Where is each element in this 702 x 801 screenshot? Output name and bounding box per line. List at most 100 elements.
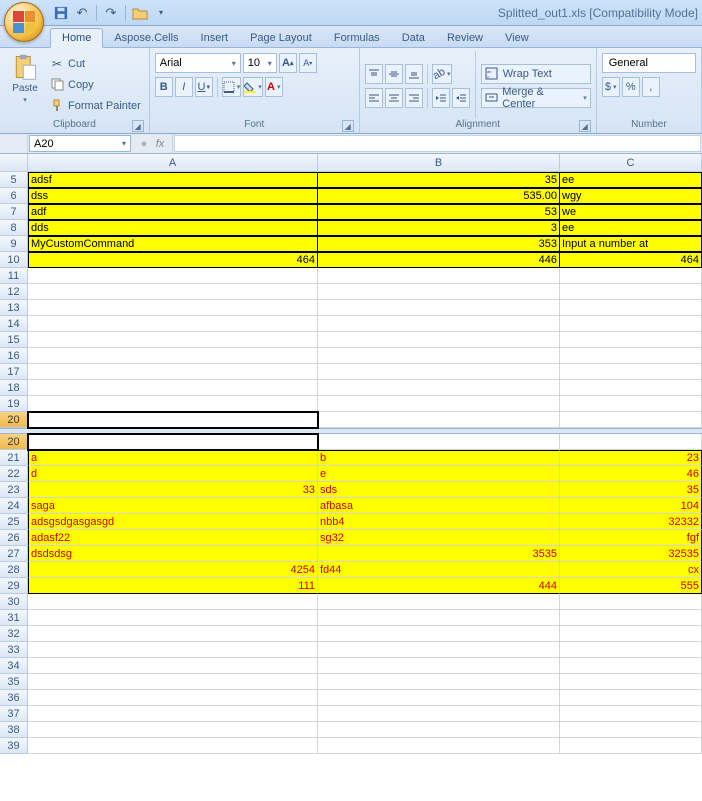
cell[interactable] — [28, 626, 318, 642]
cell[interactable]: 35 — [560, 482, 702, 498]
tab-home[interactable]: Home — [50, 28, 103, 48]
cell[interactable]: 53 — [318, 204, 560, 220]
align-top-button[interactable] — [365, 64, 383, 84]
cell[interactable] — [560, 300, 702, 316]
cell[interactable]: fgf — [560, 530, 702, 546]
cell[interactable]: MyCustomCommand — [28, 236, 318, 252]
row-header[interactable]: 19 — [0, 396, 28, 412]
cell[interactable] — [560, 626, 702, 642]
cell[interactable] — [560, 380, 702, 396]
align-right-button[interactable] — [405, 88, 423, 108]
row-header[interactable]: 18 — [0, 380, 28, 396]
tab-aspose-cells[interactable]: Aspose.Cells — [103, 29, 189, 47]
cell[interactable] — [318, 396, 560, 412]
cell[interactable] — [560, 332, 702, 348]
row-header[interactable]: 9 — [0, 236, 28, 252]
percent-button[interactable]: % — [622, 77, 640, 97]
cut-button[interactable]: ✂ Cut — [47, 54, 144, 74]
cell[interactable]: e — [318, 466, 560, 482]
cell[interactable]: wgy — [560, 188, 702, 204]
cell[interactable] — [318, 364, 560, 380]
font-size-select[interactable]: 10▾ — [243, 53, 277, 73]
cell[interactable] — [28, 332, 318, 348]
bold-button[interactable]: B — [155, 77, 173, 97]
tab-formulas[interactable]: Formulas — [323, 29, 391, 47]
dialog-launcher-icon[interactable]: ◢ — [342, 120, 354, 132]
formula-input[interactable] — [174, 135, 701, 152]
tab-insert[interactable]: Insert — [190, 29, 240, 47]
cell[interactable] — [318, 610, 560, 626]
cell[interactable] — [28, 642, 318, 658]
font-color-button[interactable]: A — [265, 77, 283, 97]
fx-icon[interactable]: fx — [152, 138, 168, 150]
cell[interactable]: sds — [318, 482, 560, 498]
row-header[interactable]: 20 — [0, 412, 28, 428]
cell[interactable]: 535.00 — [318, 188, 560, 204]
cell[interactable] — [318, 348, 560, 364]
office-button[interactable] — [4, 2, 44, 42]
cell[interactable] — [560, 348, 702, 364]
cell[interactable] — [28, 690, 318, 706]
shrink-font-button[interactable]: A▾ — [299, 53, 317, 73]
cell[interactable]: 32332 — [560, 514, 702, 530]
align-middle-button[interactable] — [385, 64, 403, 84]
cell[interactable] — [318, 300, 560, 316]
comma-button[interactable]: , — [642, 77, 660, 97]
row-header[interactable]: 8 — [0, 220, 28, 236]
worksheet-pane-top[interactable]: A B C 5adsf35ee6dss535.00wgy7adf53we8dds… — [0, 154, 702, 428]
cell[interactable] — [28, 722, 318, 738]
row-header[interactable]: 17 — [0, 364, 28, 380]
row-header[interactable]: 23 — [0, 482, 28, 498]
cell[interactable]: b — [318, 450, 560, 466]
cell[interactable] — [318, 626, 560, 642]
cell[interactable] — [560, 412, 702, 428]
select-all-corner[interactable] — [0, 154, 28, 172]
row-header[interactable]: 13 — [0, 300, 28, 316]
row-header[interactable]: 12 — [0, 284, 28, 300]
row-header[interactable]: 15 — [0, 332, 28, 348]
cell[interactable]: 23 — [560, 450, 702, 466]
cell[interactable] — [28, 738, 318, 754]
cell[interactable]: sg32 — [318, 530, 560, 546]
cell[interactable]: 4254 — [28, 562, 318, 578]
cell[interactable] — [560, 434, 702, 450]
row-header[interactable]: 11 — [0, 268, 28, 284]
qat-customize-icon[interactable]: ▾ — [152, 4, 170, 22]
cell[interactable] — [28, 610, 318, 626]
row-header[interactable]: 22 — [0, 466, 28, 482]
row-header[interactable]: 29 — [0, 578, 28, 594]
cell[interactable] — [318, 738, 560, 754]
cell[interactable]: fd44 — [318, 562, 560, 578]
cell[interactable] — [318, 642, 560, 658]
cell[interactable]: 353 — [318, 236, 560, 252]
cell[interactable]: dss — [28, 188, 318, 204]
worksheet-pane-bottom[interactable]: 2021ab2322de462333sds3524sagaafbasa10425… — [0, 434, 702, 754]
row-header[interactable]: 36 — [0, 690, 28, 706]
cell[interactable] — [318, 674, 560, 690]
cell[interactable] — [560, 364, 702, 380]
cell[interactable]: 464 — [28, 252, 318, 268]
cell[interactable]: 46 — [560, 466, 702, 482]
cell[interactable] — [318, 284, 560, 300]
tab-page layout[interactable]: Page Layout — [239, 29, 323, 47]
row-header[interactable]: 30 — [0, 594, 28, 610]
row-header[interactable]: 24 — [0, 498, 28, 514]
italic-button[interactable]: I — [175, 77, 193, 97]
fill-color-button[interactable] — [243, 77, 263, 97]
row-header[interactable]: 34 — [0, 658, 28, 674]
cell[interactable]: 3 — [318, 220, 560, 236]
row-header[interactable]: 37 — [0, 706, 28, 722]
row-header[interactable]: 39 — [0, 738, 28, 754]
tab-data[interactable]: Data — [391, 29, 436, 47]
cell[interactable] — [560, 722, 702, 738]
cell[interactable]: ee — [560, 172, 702, 188]
open-folder-icon[interactable] — [131, 4, 149, 22]
cell[interactable]: 555 — [560, 578, 702, 594]
cell[interactable] — [28, 434, 318, 450]
row-header[interactable]: 35 — [0, 674, 28, 690]
row-header[interactable]: 38 — [0, 722, 28, 738]
cell[interactable] — [560, 594, 702, 610]
cell[interactable]: nbb4 — [318, 514, 560, 530]
decrease-indent-button[interactable] — [432, 88, 450, 108]
cell[interactable] — [560, 706, 702, 722]
